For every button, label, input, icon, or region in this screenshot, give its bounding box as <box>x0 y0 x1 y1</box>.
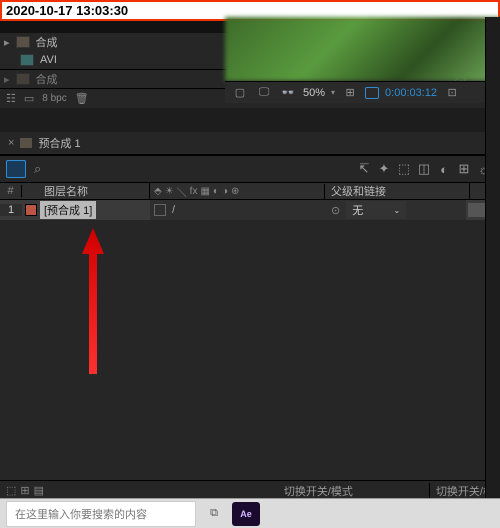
switch-label: ☀ <box>165 186 174 197</box>
zoom-dropdown-icon[interactable]: ▾ <box>331 88 335 97</box>
col-switches: ⬘ ☀ ＼ fx ▦ ◐ ◑ ⊕ <box>150 184 325 199</box>
comp-icon <box>16 73 30 85</box>
label-color-icon <box>25 204 37 216</box>
project-item-label: 合成 <box>36 71 96 87</box>
annotation-arrow <box>82 228 104 374</box>
timeline-tab[interactable]: × 预合成 1 <box>0 132 500 154</box>
timeline-toolbar: ⌕ ↸ ✦ ⬚ ◫ ◐ ⊞ ☼ <box>0 156 500 182</box>
switch-label: ▦ <box>200 186 209 197</box>
motion-blur-icon[interactable]: ◐ <box>434 162 454 177</box>
quality-switch[interactable]: / <box>172 204 175 216</box>
switch-label: ◑ <box>222 186 228 197</box>
project-item-label: 合成 <box>36 34 96 50</box>
layer-parent-cell: ⊙ 无 ⌄ <box>325 200 466 220</box>
draft3d-icon[interactable]: ✦ <box>374 161 394 177</box>
project-item-label: AVI <box>40 54 100 66</box>
monitor-icon[interactable]: ▢ <box>231 86 249 99</box>
timeline-body[interactable] <box>0 220 500 480</box>
after-effects-taskbar-icon[interactable]: Ae <box>232 502 260 526</box>
frame-blend-icon[interactable]: ◫ <box>414 161 434 177</box>
layer-name-cell[interactable]: [预合成 1] <box>40 201 150 219</box>
timeline-tab-name: 预合成 1 <box>38 135 80 151</box>
windows-taskbar: 在这里输入你要搜索的内容 ⧉ Ae <box>0 498 500 528</box>
timeline-columns-header: # 图层名称 ⬘ ☀ ＼ fx ▦ ◐ ◑ ⊕ 父级和链接 <box>0 182 500 200</box>
toggle-switches-icon[interactable]: ⬚ <box>6 484 16 497</box>
composition-preview[interactable] <box>225 17 500 81</box>
chevron-down-icon: ⌄ <box>394 206 401 215</box>
shy-icon[interactable]: ⬚ <box>394 161 414 177</box>
parent-dropdown[interactable]: 无 ⌄ <box>346 201 406 219</box>
toggle-modes-icon[interactable]: ⊞ <box>20 484 29 497</box>
timeline-footer: ⬚ ⊞ ▤ 切换开关/模式 切换开关/模 <box>0 480 500 500</box>
switch-box[interactable] <box>154 204 166 216</box>
preview-controls: ▢ 🖵 👓 50% ▾ ⊞ 0:00:03:12 ⊡ <box>225 81 500 103</box>
twirl-icon[interactable]: ▸ <box>4 73 10 86</box>
layer-index: 1 <box>0 204 22 216</box>
panel-edge[interactable] <box>485 17 500 498</box>
switch-label: ◐ <box>213 186 219 197</box>
interpret-icon[interactable]: ☷ <box>6 92 16 105</box>
col-parent[interactable]: 父级和链接 <box>325 183 470 199</box>
switch-label: ＼ <box>177 184 187 199</box>
switch-label: ⊕ <box>231 186 239 197</box>
comp-mini-flowchart-icon[interactable]: ↸ <box>354 161 374 177</box>
graph-editor-icon[interactable]: ⊞ <box>454 161 474 177</box>
search-icon[interactable]: ⌕ <box>34 161 41 177</box>
resolution-icon[interactable]: ⊞ <box>341 86 359 99</box>
task-view-icon[interactable]: ⧉ <box>200 502 228 526</box>
display-icon[interactable]: 🖵 <box>255 86 273 99</box>
folder-icon[interactable]: ▭ <box>24 92 34 105</box>
col-index: # <box>0 185 22 197</box>
parent-value: 无 <box>352 202 363 218</box>
toggle-switches-label[interactable]: 切换开关/模式 <box>278 483 359 499</box>
snapshot-icon[interactable]: ⊡ <box>443 86 461 99</box>
taskbar-search[interactable]: 在这里输入你要搜索的内容 <box>6 501 196 527</box>
timeline-layer-row[interactable]: 1 [预合成 1] / ⊙ 无 ⌄ <box>0 200 500 220</box>
twirl-icon[interactable]: ▸ <box>4 36 10 49</box>
col-layer-name[interactable]: 图层名称 <box>40 183 150 199</box>
layer-switches: / <box>150 200 325 220</box>
toggle-pane-icon[interactable]: ▤ <box>34 484 44 497</box>
layer-name: [预合成 1] <box>40 201 96 219</box>
comp-icon <box>20 138 32 148</box>
switch-label: fx <box>190 186 198 197</box>
comp-icon <box>16 36 30 48</box>
video-icon <box>20 54 34 66</box>
timecode-display[interactable] <box>6 160 26 178</box>
zoom-value[interactable]: 50% <box>303 87 325 99</box>
close-tab-icon[interactable]: × <box>8 137 14 149</box>
pickwhip-icon[interactable]: ⊙ <box>331 204 340 217</box>
layer-color-label[interactable] <box>22 204 40 216</box>
switch-label: ⬘ <box>154 186 162 197</box>
bpc-button[interactable]: 8 bpc <box>42 93 66 104</box>
mask-icon[interactable]: 👓 <box>279 86 297 99</box>
trash-icon[interactable]: 🗑 <box>75 92 89 105</box>
current-time[interactable]: 0:00:03:12 <box>385 87 437 99</box>
camera-icon[interactable] <box>365 87 379 99</box>
